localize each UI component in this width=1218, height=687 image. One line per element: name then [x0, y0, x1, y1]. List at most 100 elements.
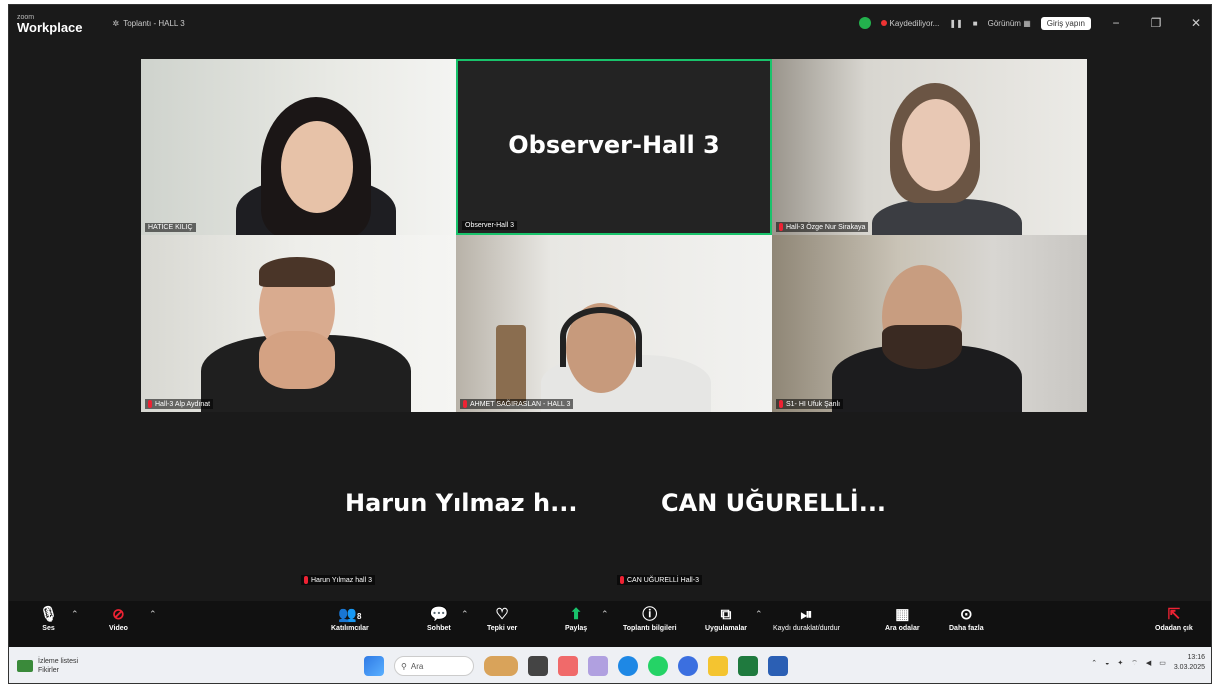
messenger-icon[interactable]	[678, 656, 698, 676]
title-bar: zoom Workplace ✲ Toplantı - HALL 3 Kayde…	[9, 5, 1211, 41]
muted-mic-icon	[779, 223, 783, 231]
hands	[259, 331, 335, 389]
file-explorer-icon[interactable]	[708, 656, 728, 676]
participant-display-name: Observer-Hall 3	[508, 131, 720, 159]
share-options-chevron-icon[interactable]: ⌃	[601, 609, 609, 620]
view-button[interactable]: Görünüm ▦	[988, 19, 1031, 28]
windows-taskbar: İzleme listesi Fikirler ⚲ Ara ⌃ ◒ ✦ ⌔ ◀ ▭ …	[9, 647, 1211, 683]
battery-icon[interactable]: ▭	[1159, 659, 1166, 667]
pause-recording-icon[interactable]: ❚❚	[949, 19, 962, 28]
breakout-rooms-icon: ▦	[895, 606, 910, 623]
network-icon[interactable]: ◒	[1105, 660, 1109, 667]
participant-name-label: Harun Yılmaz hall 3	[301, 575, 375, 585]
chat-button[interactable]: 💬 Sohbet	[427, 605, 451, 632]
participant-name-label: Hall-3 Alp Aydınat	[145, 399, 214, 409]
chat-options-chevron-icon[interactable]: ⌃	[461, 609, 469, 620]
headphones-icon	[560, 307, 642, 367]
muted-mic-icon	[620, 576, 624, 584]
participant-name-label: Observer-Hall 3	[462, 221, 518, 230]
zoom-window: zoom Workplace ✲ Toplantı - HALL 3 Kayde…	[8, 4, 1212, 684]
apps-options-chevron-icon[interactable]: ⌃	[755, 609, 763, 620]
video-tile-active-speaker[interactable]: Observer-Hall 3 Observer-Hall 3	[456, 59, 772, 235]
show-hidden-icons-chevron-icon[interactable]: ⌃	[1091, 659, 1097, 667]
record-dot-icon	[880, 19, 887, 26]
video-tile[interactable]: HATİCE KILIÇ	[141, 59, 456, 235]
zoom-logo: zoom Workplace	[17, 14, 83, 35]
edge-icon[interactable]	[618, 656, 638, 676]
chat-icon: 💬	[429, 606, 449, 623]
video-tile[interactable]: S1- HI Ufuk Şanlı	[772, 235, 1087, 412]
react-button[interactable]: ♡ Tepki ver	[487, 605, 517, 632]
info-icon: ⓘ	[642, 606, 658, 623]
meeting-info-button[interactable]: ⓘ Toplantı bilgileri	[623, 605, 677, 632]
heart-icon: ♡	[495, 606, 509, 623]
beard	[882, 325, 962, 369]
windows-start-icon[interactable]	[364, 656, 384, 676]
participant-name-label: AHMET SAĞIRASLAN - HALL 3	[460, 399, 574, 409]
pause-stop-icon: ⏯	[800, 606, 813, 623]
more-button[interactable]: ⊙ Daha fazla	[949, 605, 984, 632]
leave-rooms-button[interactable]: ⇱ Odadan çık	[1155, 605, 1193, 632]
pinned-app-icon[interactable]	[588, 656, 608, 676]
muted-mic-icon	[148, 400, 152, 408]
participant-name-label: S1- HI Ufuk Şanlı	[776, 399, 844, 409]
participant-figure	[872, 199, 1022, 235]
share-screen-icon: ⬆	[569, 606, 583, 623]
system-clock[interactable]: 13:16 3.03.2025	[1174, 653, 1205, 673]
video-tile[interactable]: AHMET SAĞIRASLAN - HALL 3	[456, 235, 772, 412]
breakout-rooms-button[interactable]: ▦ Ara odalar	[885, 605, 920, 632]
volume-icon[interactable]: ◀	[1146, 659, 1151, 667]
apps-button[interactable]: ⧉ Uygulamalar	[705, 605, 747, 632]
share-button[interactable]: ⬆ Paylaş	[565, 605, 587, 632]
participant-name-label: Hall-3 Özge Nur Sirakaya	[776, 222, 869, 232]
widgets-button[interactable]: İzleme listesi Fikirler	[17, 657, 78, 675]
shelf	[496, 325, 526, 405]
security-shield-icon[interactable]	[858, 17, 871, 29]
video-off-icon: ⊘	[112, 606, 125, 623]
bluetooth-icon[interactable]: ✦	[1117, 659, 1123, 667]
leave-room-icon: ⇱	[1167, 606, 1181, 623]
video-tile[interactable]: Hall-3 Özge Nur Sirakaya	[772, 59, 1087, 235]
audio-options-chevron-icon[interactable]: ⌃	[71, 609, 79, 620]
participant-name-label: CAN UĞURELLİ Hall-3	[617, 575, 702, 585]
more-icon: ⊙	[960, 606, 973, 623]
video-button[interactable]: ⊘ Video	[109, 605, 128, 632]
minimize-button[interactable]: −	[1101, 16, 1131, 30]
muted-mic-icon	[463, 400, 467, 408]
taskbar-search[interactable]: ⚲ Ara	[394, 656, 474, 676]
participant-face	[902, 99, 970, 191]
meeting-title[interactable]: ✲ Toplantı - HALL 3	[113, 19, 185, 28]
stock-chart-icon	[17, 660, 33, 672]
video-tile[interactable]: Hall-3 Alp Aydınat	[141, 235, 456, 412]
word-icon[interactable]	[768, 656, 788, 676]
meeting-toolbar: 🎙 Ses ⌃ ⊘ Video ⌃ 👥8 Katılımcılar 💬 Sohb…	[9, 601, 1211, 647]
audio-button[interactable]: 🎙 Ses	[39, 605, 58, 632]
hair	[259, 257, 335, 287]
video-options-chevron-icon[interactable]: ⌃	[149, 609, 157, 620]
meeting-icon: ✲	[112, 18, 120, 28]
participant-face	[281, 121, 353, 213]
grid-view-icon: ▦	[1023, 18, 1031, 28]
participant-display-name[interactable]: CAN UĞURELLİ...	[661, 489, 886, 517]
muted-mic-icon	[304, 576, 308, 584]
muted-mic-icon	[779, 400, 783, 408]
record-button[interactable]: ⏯ Kaydı duraklat/durdur	[773, 605, 840, 632]
microphone-icon: 🎙	[39, 606, 59, 623]
whatsapp-icon[interactable]	[648, 656, 668, 676]
stop-recording-icon[interactable]: ■	[973, 19, 978, 28]
participants-button[interactable]: 👥8 Katılımcılar	[331, 605, 369, 632]
participant-display-name[interactable]: Harun Yılmaz h...	[345, 489, 577, 517]
recording-indicator[interactable]: Kaydediliyor...	[880, 19, 939, 28]
signin-button[interactable]: Giriş yapın	[1040, 16, 1091, 30]
participants-icon: 👥8	[338, 606, 362, 623]
excel-icon[interactable]	[738, 656, 758, 676]
wifi-icon[interactable]: ⌔	[1131, 659, 1138, 668]
search-highlight-icon[interactable]	[484, 656, 518, 676]
search-icon: ⚲	[401, 661, 407, 671]
task-view-icon[interactable]	[528, 656, 548, 676]
participant-name-label: HATİCE KILIÇ	[145, 223, 196, 232]
apps-icon: ⧉	[720, 606, 732, 623]
maximize-button[interactable]: ❐	[1141, 16, 1171, 30]
close-button[interactable]: ✕	[1181, 16, 1211, 30]
pinned-app-icon[interactable]	[558, 656, 578, 676]
